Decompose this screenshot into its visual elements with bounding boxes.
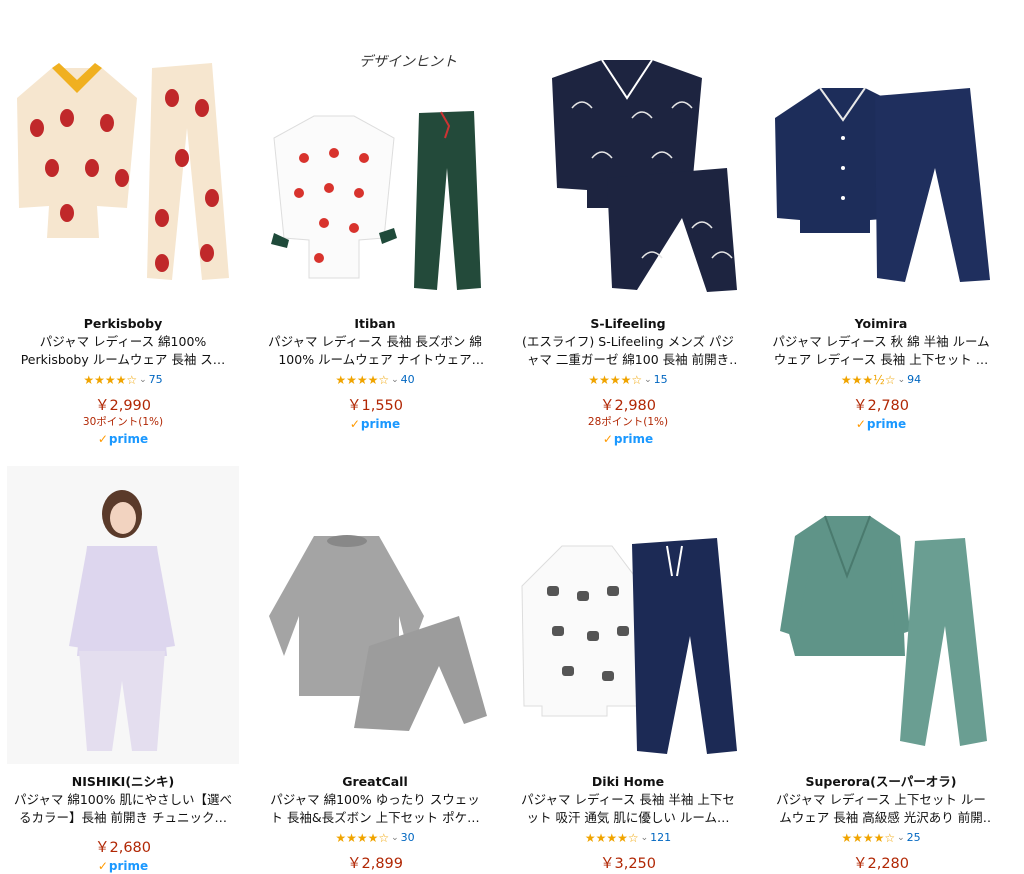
prime-check-icon: ✓ [97,859,108,873]
product-points: 30ポイント(1%) [82,416,164,428]
product-brand: NISHIKI(ニシキ) [71,774,175,789]
product-image-pajama-navy-satin[interactable] [765,8,997,306]
product-title[interactable]: パジャマ レディース 上下セット ルームウェア 長袖 高級感 光沢あり 前開な… [771,791,991,827]
product-card[interactable]: デザインヒント Itiban パジャマ レディース 長袖 長ズボン 綿100% … [259,8,491,432]
product-price: ￥2,280 [852,856,909,872]
star-rating-icon: ★★★½☆ [840,372,896,387]
prime-badge: ✓prime [7,431,239,447]
star-rating-icon: ★★★★☆ [83,372,138,387]
review-count[interactable]: 94 [907,373,921,386]
product-rating[interactable]: ★★★★☆ ⌄ 75 [7,372,239,387]
product-brand: Yoimira [854,316,908,331]
prime-badge: ✓prime [7,858,239,874]
review-count[interactable]: 40 [401,373,415,386]
product-card[interactable]: Diki Home パジャマ レディース 長袖 半袖 上下セット 吸汗 通気 肌… [512,466,744,873]
product-brand: Diki Home [591,774,665,789]
chevron-down-icon[interactable]: ⌄ [391,833,399,843]
product-rating[interactable]: ★★★★☆ ⌄ 121 [512,830,744,845]
image-logo-text: デザインヒント [359,54,457,70]
product-price: ￥1,550 [346,398,403,414]
star-rating-icon: ★★★★☆ [335,372,390,387]
product-brand: Itiban [354,316,396,331]
product-brand: Perkisboby [83,316,163,331]
product-brand: Superora(スーパーオラ) [805,774,957,789]
star-rating-icon: ★★★★☆ [584,830,639,845]
product-card[interactable]: Superora(スーパーオラ) パジャマ レディース 上下セット ルームウェア… [765,466,997,873]
product-price: ￥2,899 [346,856,403,872]
star-rating-icon: ★★★★☆ [335,830,390,845]
prime-label: prime [613,432,654,446]
product-brand: GreatCall [342,774,408,789]
product-card[interactable]: Yoimira パジャマ レディース 秋 綿 半袖 ルームウェア レディース 長… [765,8,997,432]
product-price: ￥2,680 [94,840,151,856]
review-count[interactable]: 75 [149,373,163,386]
product-rating[interactable]: ★★★½☆ ⌄ 94 [765,372,997,387]
prime-check-icon: ✓ [349,417,360,431]
product-image-pajama-green-satin[interactable] [765,466,997,764]
review-count[interactable]: 121 [650,831,671,844]
product-image-pajama-white[interactable]: デザインヒント [259,8,491,306]
product-grid: Perkisboby パジャマ レディース 綿100% Perkisboby ル… [0,0,1024,873]
prime-badge: ✓prime [512,431,744,447]
product-title[interactable]: パジャマ 綿100% ゆったり スウェット 長袖&長ズボン 上下セット ポケット… [265,791,485,827]
product-title[interactable]: パジャマ レディース 長袖 長ズボン 綿100% ルームウェア ナイトウェア 上… [265,333,485,369]
product-card[interactable]: NISHIKI(ニシキ) パジャマ 綿100% 肌にやさしい【選べるカラー】長袖… [7,466,239,874]
prime-check-icon: ✓ [855,417,866,431]
product-points: 28ポイント(1%) [587,416,669,428]
chevron-down-icon[interactable]: ⌄ [391,375,399,385]
product-card[interactable]: GreatCall パジャマ 綿100% ゆったり スウェット 長袖&長ズボン … [259,466,491,873]
product-price: ￥2,980 [599,398,656,414]
review-count[interactable]: 15 [654,373,668,386]
product-rating[interactable]: ★★★★☆ ⌄ 30 [259,830,491,845]
prime-label: prime [360,417,401,431]
product-rating[interactable]: ★★★★☆ ⌄ 15 [512,372,744,387]
product-title[interactable]: (エスライフ) S-Lifeeling メンズ パジャマ 二重ガーゼ 綿100 … [518,333,738,369]
prime-check-icon: ✓ [97,432,108,446]
star-rating-icon: ★★★★☆ [841,830,896,845]
product-rating[interactable]: ★★★★☆ ⌄ 40 [259,372,491,387]
product-brand: S-Lifeeling [590,316,666,331]
product-image-pajama-navy-feather[interactable] [512,8,744,306]
product-card[interactable]: Perkisboby パジャマ レディース 綿100% Perkisboby ル… [7,8,239,447]
prime-badge: ✓prime [765,416,997,432]
review-count[interactable]: 25 [907,831,921,844]
prime-badge: ✓prime [259,416,491,432]
product-price: ￥3,250 [599,856,656,872]
product-title[interactable]: パジャマ レディース 綿100% Perkisboby ルームウェア 長袖 ス… [13,333,233,369]
prime-label: prime [866,417,907,431]
product-image-pajama-cream[interactable] [7,8,239,306]
product-image-sweat-grey[interactable] [259,466,491,764]
prime-label: prime [108,859,149,873]
product-title[interactable]: パジャマ レディース 秋 綿 半袖 ルームウェア レディース 長袖 上下セット … [771,333,991,369]
chevron-down-icon[interactable]: ⌄ [644,375,652,385]
product-image-pajama-dog-print[interactable] [512,466,744,764]
star-rating-icon: ★★★★☆ [588,372,643,387]
product-price: ￥2,780 [852,398,909,414]
review-count[interactable]: 30 [401,831,415,844]
product-title[interactable]: パジャマ レディース 長袖 半袖 上下セット 吸汗 通気 肌に優しい ルーム… [518,791,738,827]
prime-check-icon: ✓ [602,432,613,446]
product-title[interactable]: パジャマ 綿100% 肌にやさしい【選べるカラー】長袖 前開き チュニック丈 … [13,791,233,827]
chevron-down-icon[interactable]: ⌄ [897,833,905,843]
product-image-pajama-lavender[interactable] [7,466,239,764]
prime-label: prime [108,432,149,446]
product-price: ￥2,990 [94,398,151,414]
chevron-down-icon[interactable]: ⌄ [641,833,649,843]
chevron-down-icon[interactable]: ⌄ [898,375,906,385]
product-card[interactable]: S-Lifeeling (エスライフ) S-Lifeeling メンズ パジャマ… [512,8,744,447]
chevron-down-icon[interactable]: ⌄ [139,375,147,385]
product-rating[interactable]: ★★★★☆ ⌄ 25 [765,830,997,845]
